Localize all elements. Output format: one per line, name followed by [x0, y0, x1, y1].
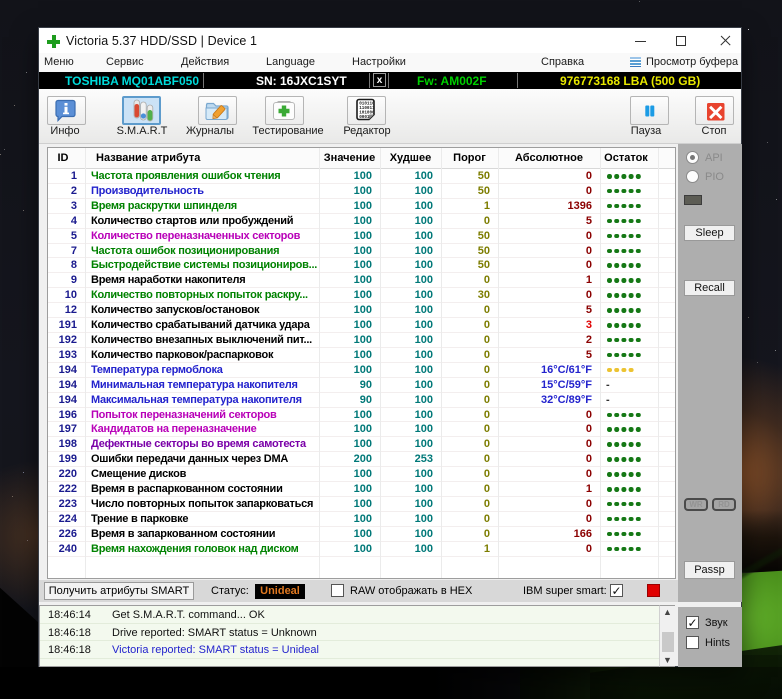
svg-text:0001: 0001 [359, 115, 370, 120]
